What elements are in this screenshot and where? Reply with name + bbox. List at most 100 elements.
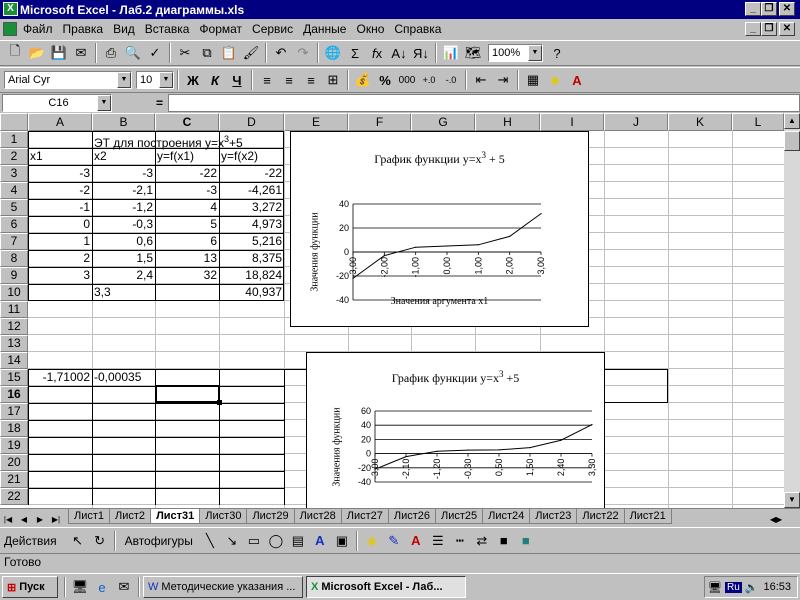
last-sheet-icon[interactable]: ▶| [49, 509, 63, 529]
row-header-21[interactable]: 21 [0, 471, 28, 488]
spreadsheet-grid[interactable]: A B C D E F G H I J K L 1 2 3 4 5 6 7 8 9 10 11 12 13 14 15 16 17 18 1… [0, 113, 784, 508]
row-header-1[interactable]: 1 [0, 131, 28, 148]
language-indicator[interactable]: Ru [724, 581, 742, 593]
chart-2[interactable]: График функции y=x3 +5 Значения функции 60… [306, 352, 605, 508]
wordart-icon[interactable]: A [310, 531, 330, 551]
cell-B8[interactable]: 1,5 [92, 250, 155, 267]
doc-close-button[interactable]: ✕ [779, 22, 795, 36]
zoom-select[interactable]: 100% ▼ [488, 44, 543, 62]
row-header-10[interactable]: 10 [0, 284, 28, 301]
preview-icon[interactable]: 🔍 [123, 43, 143, 63]
fill-color-draw-icon[interactable]: ◈ [362, 531, 382, 551]
cell-B7[interactable]: 0,6 [92, 233, 155, 250]
undo-icon[interactable]: ↶ [271, 43, 291, 63]
fill-color-icon[interactable]: ◈ [545, 70, 565, 90]
sort-desc-icon[interactable]: Я↓ [411, 43, 431, 63]
row-header-18[interactable]: 18 [0, 420, 28, 437]
dash-style-icon[interactable]: ┅ [450, 531, 470, 551]
autosum-icon[interactable]: Σ [345, 43, 365, 63]
shadow-icon[interactable]: ■ [494, 531, 514, 551]
column-header-D[interactable]: D [219, 113, 284, 131]
sheet-tab-Лист30[interactable]: Лист30 [199, 509, 248, 524]
menu-item-0[interactable]: Файл [18, 22, 58, 36]
column-header-B[interactable]: B [92, 113, 155, 131]
cell-A4[interactable]: -2 [28, 182, 92, 199]
help-icon[interactable]: ? [547, 43, 567, 63]
task-word[interactable]: W Методические указания ... [143, 576, 303, 598]
column-header-J[interactable]: J [604, 113, 668, 131]
cell-C9[interactable]: 32 [155, 267, 219, 284]
row-header-8[interactable]: 8 [0, 250, 28, 267]
sheet-tab-Лист24[interactable]: Лист24 [482, 509, 531, 524]
menu-item-3[interactable]: Вставка [140, 22, 195, 36]
increase-decimal-icon[interactable]: +.0 [419, 70, 439, 90]
arrow-style-icon[interactable]: ⇄ [472, 531, 492, 551]
function-icon[interactable]: fx [367, 43, 387, 63]
menu-item-7[interactable]: Окно [351, 22, 389, 36]
clipart-icon[interactable]: ▣ [332, 531, 352, 551]
vertical-scrollbar[interactable]: ▲ ▼ [784, 113, 800, 508]
sheet-tab-Лист2[interactable]: Лист2 [109, 509, 152, 524]
thousands-button[interactable]: 000 [397, 70, 417, 90]
menu-item-8[interactable]: Справка [389, 22, 446, 36]
sheet-tab-Лист1[interactable]: Лист1 [68, 509, 111, 524]
cell-C7[interactable]: 6 [155, 233, 219, 250]
font-select[interactable]: Arial Cyr ▼ [4, 71, 132, 89]
tab-scroll-icon[interactable]: ◀▶ [769, 509, 783, 529]
row-header-20[interactable]: 20 [0, 454, 28, 471]
row-header-5[interactable]: 5 [0, 199, 28, 216]
row-header-2[interactable]: 2 [0, 148, 28, 165]
cell-B2[interactable]: x2 [92, 148, 155, 165]
font-size-select[interactable]: 10 ▼ [136, 71, 174, 89]
percent-button[interactable]: % [375, 70, 395, 90]
row-header-19[interactable]: 19 [0, 437, 28, 454]
sheet-tab-Лист27[interactable]: Лист27 [340, 509, 389, 524]
column-header-K[interactable]: K [668, 113, 732, 131]
print-icon[interactable]: ⎙ [101, 43, 121, 63]
excel-app-icon[interactable]: X [3, 2, 18, 16]
cell-A5[interactable]: -1 [28, 199, 92, 216]
column-header-C[interactable]: C [155, 113, 219, 131]
cell-D4[interactable]: -4,261 [219, 182, 284, 199]
next-sheet-icon[interactable]: ▶ [33, 509, 47, 529]
spelling-icon[interactable]: ✓ [145, 43, 165, 63]
cell-C2[interactable]: y=f(x1) [155, 148, 219, 165]
cell-A7[interactable]: 1 [28, 233, 92, 250]
doc-restore-button[interactable]: ❐ [761, 22, 777, 36]
column-header-H[interactable]: H [475, 113, 540, 131]
row-header-15[interactable]: 15 [0, 369, 28, 386]
align-left-icon[interactable]: ≡ [257, 70, 277, 90]
line-style-icon[interactable]: ☰ [428, 531, 448, 551]
increase-indent-icon[interactable]: ⇥ [493, 70, 513, 90]
underline-button[interactable]: Ч [227, 70, 247, 90]
minimize-button[interactable]: _ [745, 2, 761, 16]
textbox-icon[interactable]: ▤ [288, 531, 308, 551]
cell-D10[interactable]: 40,937 [219, 284, 284, 301]
name-box[interactable]: C16 ▼ [2, 94, 112, 112]
fill-handle[interactable] [217, 400, 222, 405]
task-excel[interactable]: X Microsoft Excel - Лаб... [306, 576, 466, 598]
line-color-icon[interactable]: ✎ [384, 531, 404, 551]
column-header-A[interactable]: A [28, 113, 92, 131]
chart-wizard-icon[interactable]: 📊 [441, 43, 461, 63]
save-icon[interactable]: 💾 [49, 43, 69, 63]
cell-C3[interactable]: -22 [155, 165, 219, 182]
menu-item-5[interactable]: Сервис [247, 22, 298, 36]
row-header-3[interactable]: 3 [0, 165, 28, 182]
actions-menu[interactable]: Действия [4, 534, 57, 548]
row-header-7[interactable]: 7 [0, 233, 28, 250]
sheet-tab-Лист29[interactable]: Лист29 [246, 509, 295, 524]
scroll-down-icon[interactable]: ▼ [784, 492, 800, 508]
cell-B3[interactable]: -3 [92, 165, 155, 182]
map-icon[interactable]: 🗺 [463, 43, 483, 63]
font-color-draw-icon[interactable]: A [406, 531, 426, 551]
scroll-thumb[interactable] [784, 131, 800, 151]
cell-B1[interactable]: ЭТ для построения y=x3+5 [92, 131, 292, 150]
autoshapes-menu[interactable]: Автофигуры [125, 534, 193, 548]
copy-icon[interactable]: ⧉ [197, 43, 217, 63]
cell-D5[interactable]: 3,272 [219, 199, 284, 216]
formula-input[interactable] [168, 94, 800, 112]
cell-C8[interactable]: 13 [155, 250, 219, 267]
sheet-tab-Лист25[interactable]: Лист25 [435, 509, 484, 524]
decrease-decimal-icon[interactable]: -.0 [441, 70, 461, 90]
